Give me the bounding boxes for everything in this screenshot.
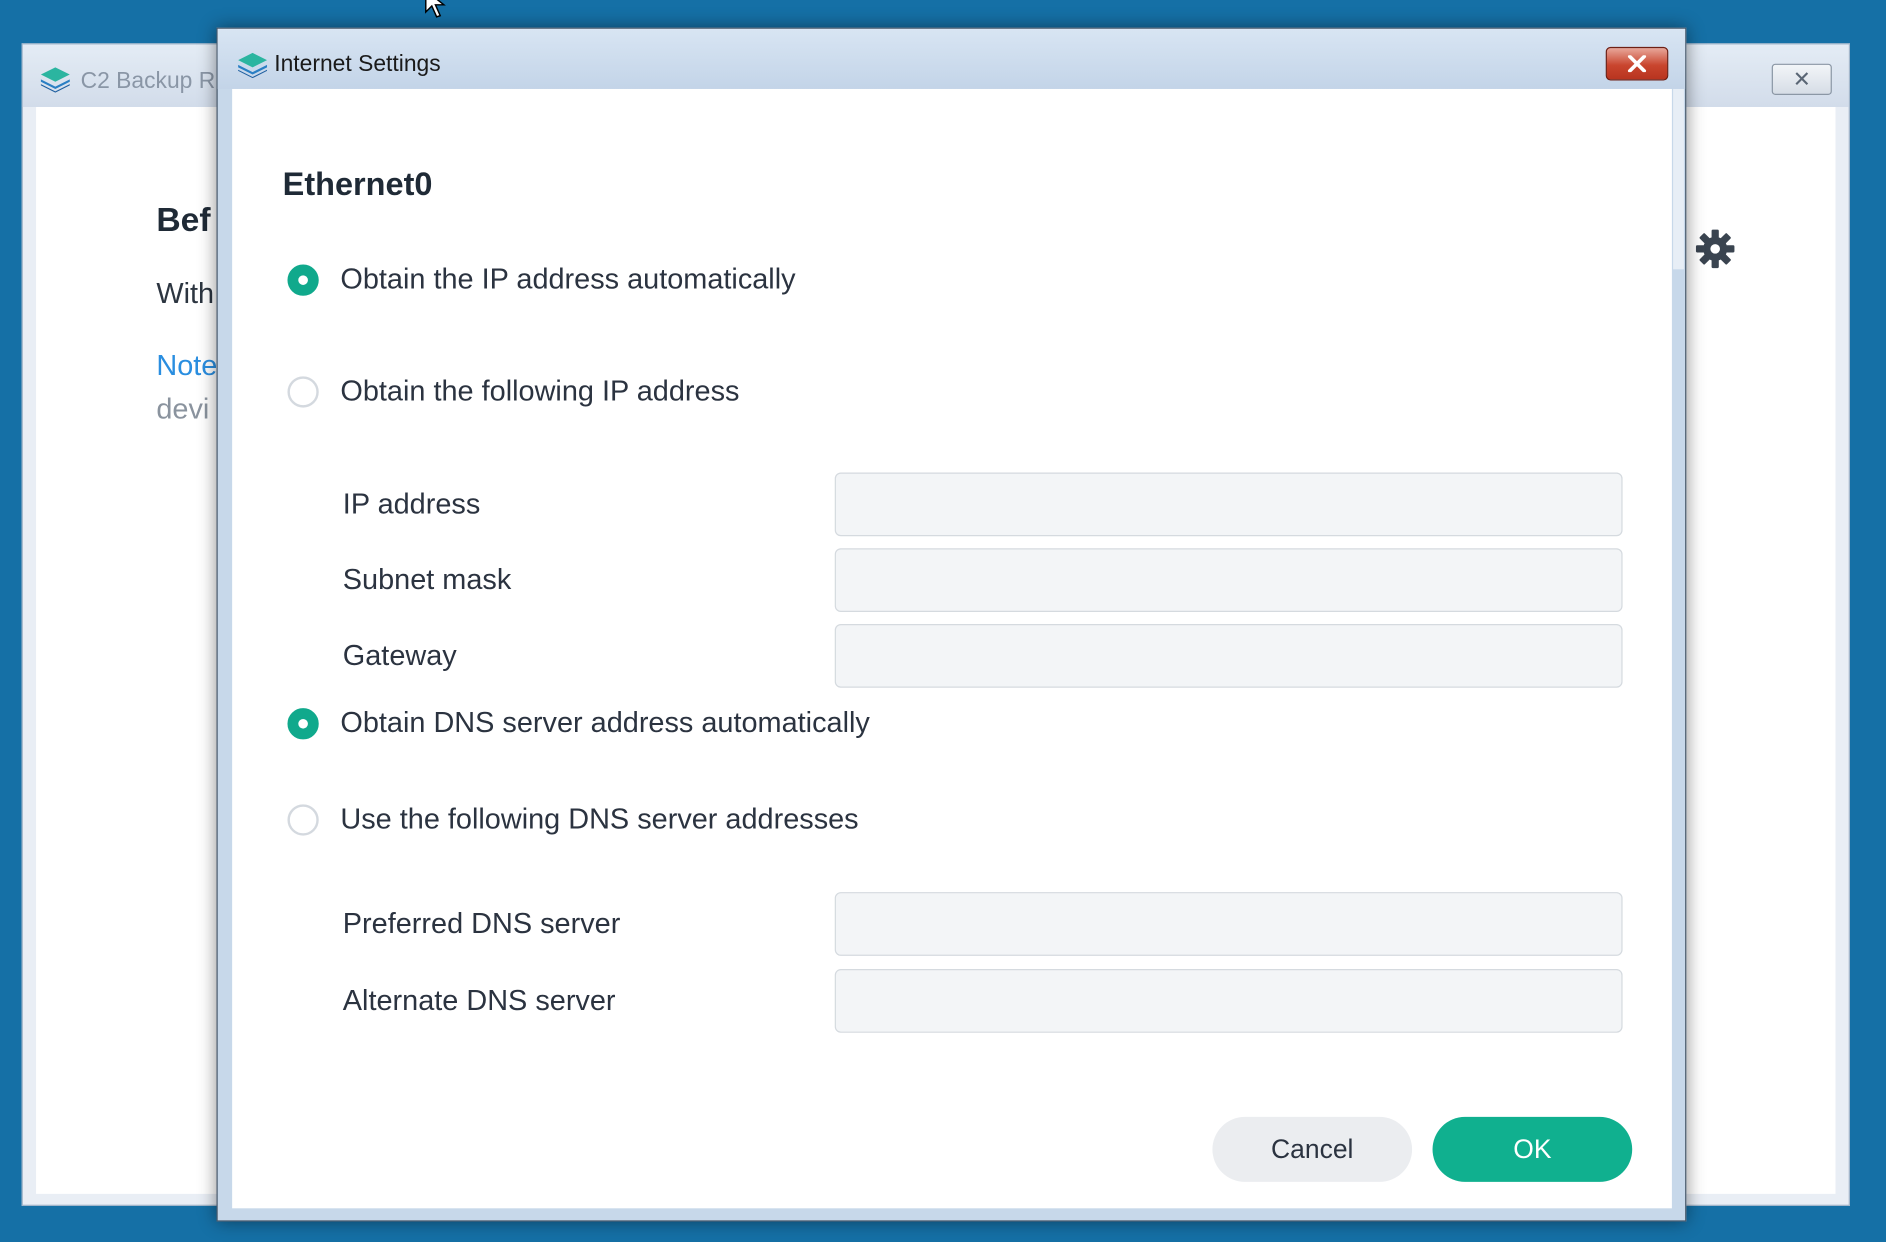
- dialog-titlebar[interactable]: Internet Settings: [217, 28, 1686, 89]
- internet-settings-dialog: Internet Settings Ethernet0 Obtain the I…: [216, 27, 1687, 1222]
- gateway-input[interactable]: [834, 623, 1623, 688]
- background-window-title: C2 Backup R: [80, 68, 216, 94]
- mouse-cursor-icon: [425, 0, 446, 18]
- background-heading: Bef: [156, 200, 211, 239]
- close-icon: [1627, 55, 1647, 73]
- ok-button[interactable]: OK: [1432, 1116, 1633, 1182]
- radio-label: Obtain the following IP address: [340, 375, 740, 408]
- radio-label: Obtain the IP address automatically: [340, 263, 796, 296]
- preferred-dns-input[interactable]: [834, 892, 1623, 956]
- radio-dns-auto[interactable]: Obtain DNS server address automatically: [287, 703, 870, 744]
- dialog-close-button[interactable]: [1605, 46, 1669, 81]
- section-title: Ethernet0: [282, 165, 433, 202]
- background-close-button[interactable]: ✕: [1771, 63, 1832, 95]
- preferred-dns-label: Preferred DNS server: [342, 907, 621, 941]
- radio-button-unchecked[interactable]: [287, 376, 319, 408]
- ip-address-label: IP address: [342, 488, 481, 521]
- radio-button-checked[interactable]: [287, 264, 319, 296]
- close-icon: ✕: [1792, 66, 1811, 91]
- desktop: C2 Backup R ✕ Bef With Note devi Interne…: [0, 0, 1886, 1242]
- background-subtext: devi: [156, 393, 210, 426]
- scrollbar[interactable]: [1673, 88, 1684, 270]
- gateway-label: Gateway: [342, 639, 457, 673]
- dialog-title: Internet Settings: [274, 51, 441, 77]
- ip-address-input[interactable]: [834, 472, 1623, 537]
- layers-icon: [238, 52, 268, 79]
- radio-label: Use the following DNS server addresses: [340, 803, 859, 836]
- alternate-dns-label: Alternate DNS server: [342, 984, 616, 1018]
- dialog-body: Ethernet0 Obtain the IP address automati…: [232, 88, 1672, 1209]
- background-text: With: [156, 277, 215, 311]
- radio-button-unchecked[interactable]: [287, 804, 319, 836]
- radio-ip-manual[interactable]: Obtain the following IP address: [287, 372, 739, 413]
- radio-label: Obtain DNS server address automatically: [340, 706, 870, 740]
- subnet-mask-label: Subnet mask: [342, 563, 512, 597]
- radio-dns-manual[interactable]: Use the following DNS server addresses: [287, 800, 859, 841]
- radio-button-checked[interactable]: [287, 708, 319, 740]
- subnet-mask-input[interactable]: [834, 548, 1623, 612]
- gear-icon[interactable]: [1694, 227, 1737, 270]
- radio-ip-auto[interactable]: Obtain the IP address automatically: [287, 260, 796, 301]
- layers-icon: [40, 67, 70, 93]
- alternate-dns-input[interactable]: [834, 969, 1623, 1033]
- background-note-link[interactable]: Note: [156, 350, 217, 384]
- cancel-button[interactable]: Cancel: [1212, 1116, 1413, 1182]
